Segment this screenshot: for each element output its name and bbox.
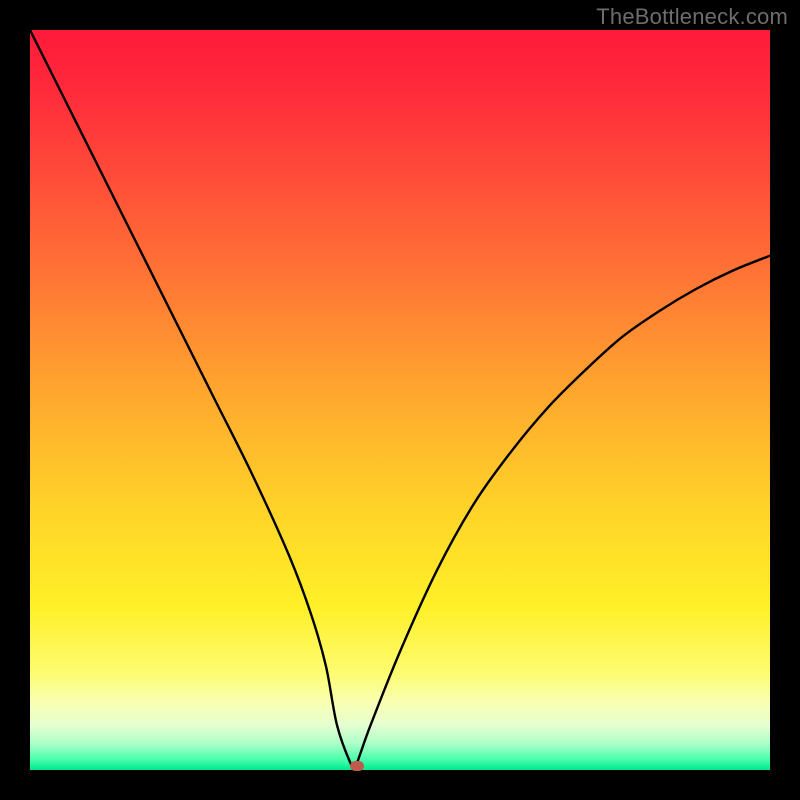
watermark-text: TheBottleneck.com xyxy=(596,4,788,30)
chart-frame: TheBottleneck.com xyxy=(0,0,800,800)
gradient-rect xyxy=(30,30,770,770)
plot-svg xyxy=(30,30,770,770)
plot-area xyxy=(30,30,770,770)
optimal-point-marker xyxy=(350,761,364,771)
